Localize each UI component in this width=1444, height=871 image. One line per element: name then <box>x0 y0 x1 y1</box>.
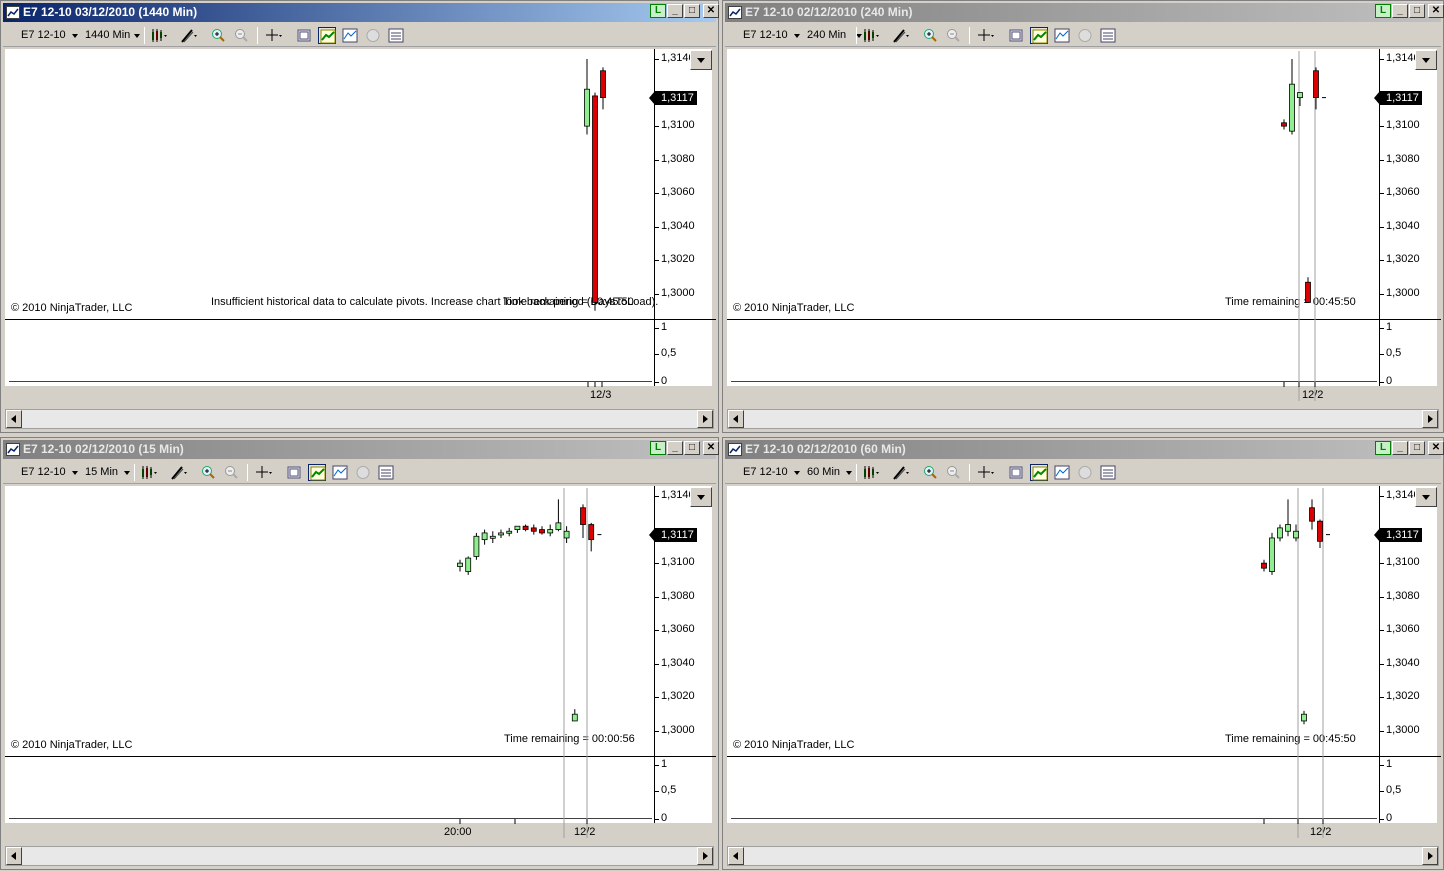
candle <box>498 529 504 538</box>
candle <box>571 709 578 722</box>
candle <box>481 529 488 545</box>
candle-body <box>1317 520 1323 542</box>
candle <box>555 499 562 532</box>
candle <box>489 531 496 543</box>
candle-body <box>473 535 480 557</box>
candle-body <box>1261 562 1267 569</box>
candle <box>1269 532 1275 575</box>
candle <box>465 556 472 575</box>
chart-window-240[interactable]: E7 12-10 02/12/2010 (240 Min) L _ □ ✕ E7… <box>722 0 1444 433</box>
chart-window-1440[interactable]: E7 12-10 03/12/2010 (1440 Min) L _ □ ✕ E… <box>0 0 719 433</box>
candle-body <box>1289 83 1295 132</box>
candle <box>592 92 598 311</box>
candle-body <box>584 88 590 127</box>
candle-body <box>600 70 606 99</box>
candle <box>1281 119 1287 130</box>
candle <box>1297 92 1303 106</box>
candle <box>580 504 586 538</box>
candle <box>1289 59 1295 135</box>
candle <box>1305 277 1311 303</box>
candle-body <box>588 524 595 541</box>
candle-body <box>481 532 488 541</box>
candle-body <box>1269 537 1275 572</box>
candle-body <box>1277 527 1283 539</box>
candle-body <box>506 530 513 534</box>
candle-body <box>498 532 504 536</box>
candle-body <box>547 529 554 534</box>
candle-body <box>563 530 570 539</box>
candle <box>457 559 463 572</box>
candle <box>1313 67 1319 110</box>
candle <box>530 524 537 535</box>
candle <box>588 522 595 552</box>
chart-window-15[interactable]: E7 12-10 02/12/2010 (15 Min) L _ □ ✕ E7 … <box>0 437 719 870</box>
candle <box>600 67 606 110</box>
candle-body <box>539 529 545 534</box>
candle-body <box>530 527 537 532</box>
candle <box>1261 559 1267 572</box>
candle <box>506 527 513 537</box>
candlestick-chart <box>1281 51 1326 401</box>
candle-body <box>1293 530 1299 539</box>
candle-body <box>465 557 472 572</box>
candle-body <box>1281 122 1287 127</box>
candle-body <box>1301 713 1307 722</box>
candlestick-chart <box>457 488 602 838</box>
candle-body <box>571 713 578 722</box>
candle <box>584 59 590 135</box>
candle-body <box>1297 92 1303 99</box>
candle-body <box>489 535 496 539</box>
candle <box>1301 710 1307 725</box>
candle <box>514 525 521 533</box>
candle-body <box>1285 524 1291 532</box>
candle <box>563 526 570 543</box>
candle-body <box>580 507 586 525</box>
candle-body <box>1313 70 1319 99</box>
candle-body <box>592 95 598 303</box>
candle-body <box>522 525 529 530</box>
chart-window-60[interactable]: E7 12-10 02/12/2010 (60 Min) L _ □ ✕ E7 … <box>722 437 1444 870</box>
candle <box>539 526 545 535</box>
candle <box>547 524 554 537</box>
candlestick-chart <box>584 59 606 387</box>
candle <box>473 532 480 560</box>
candle-body <box>457 562 463 567</box>
candle <box>522 524 529 532</box>
candle <box>1317 519 1323 549</box>
candle-body <box>1305 281 1311 303</box>
candle <box>1309 499 1315 530</box>
candle <box>1277 524 1283 542</box>
candle-body <box>555 522 562 530</box>
candle-body <box>1309 507 1315 522</box>
candle-body <box>514 525 521 530</box>
candlestick-chart <box>1261 488 1330 838</box>
candle <box>1285 499 1291 537</box>
